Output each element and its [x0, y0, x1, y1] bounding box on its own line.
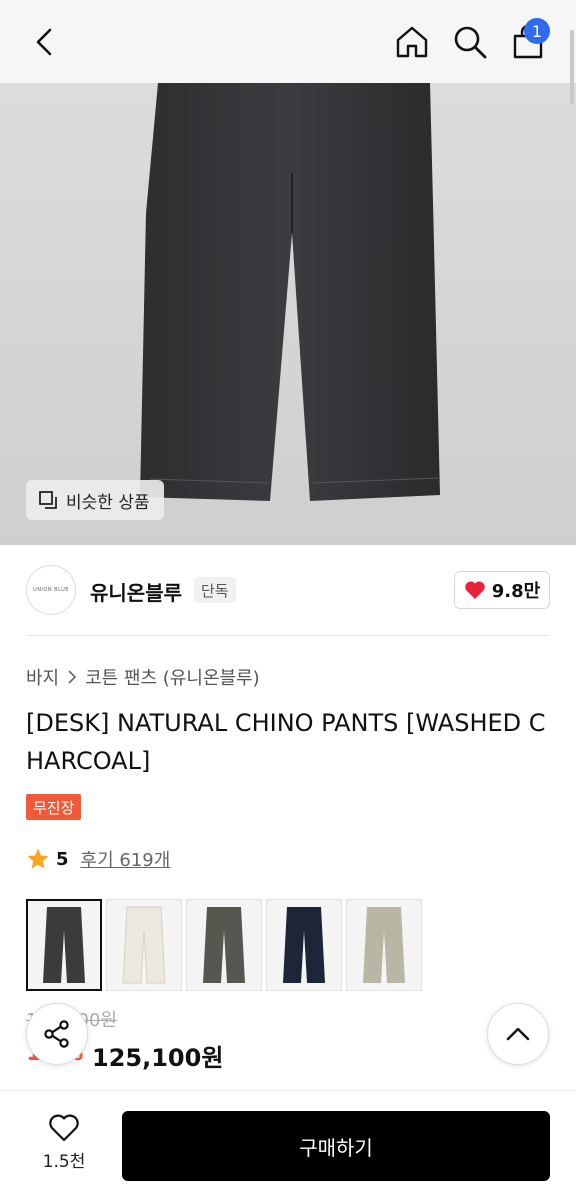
pants-thumbnail: [43, 907, 85, 983]
breadcrumb-category[interactable]: 바지: [26, 664, 59, 690]
rating-row: 5 후기 619개: [26, 846, 170, 872]
divider: [26, 635, 550, 636]
color-swatches: [26, 899, 422, 991]
home-button[interactable]: [392, 20, 432, 64]
heart-outline-icon: [49, 1114, 79, 1142]
similar-products-icon: [39, 491, 57, 509]
chevron-left-icon: [36, 28, 52, 56]
breadcrumb: 바지 코튼 팬츠 (유니온블루): [26, 664, 260, 690]
scroll-to-top-button[interactable]: [487, 1003, 549, 1065]
home-icon: [396, 26, 428, 58]
star-icon: [27, 848, 49, 869]
swatch-charcoal[interactable]: [26, 899, 102, 991]
pants-thumbnail: [363, 907, 405, 983]
pants-thumbnail: [283, 907, 325, 983]
breadcrumb-subcategory[interactable]: 코튼 팬츠 (유니온블루): [85, 664, 260, 690]
brand-logo[interactable]: UNION BLUE: [26, 565, 76, 615]
cart-count-badge: 1: [524, 18, 550, 44]
scrollbar-thumb[interactable]: [570, 30, 574, 104]
rating-score: 5: [56, 848, 69, 870]
swatch-navy[interactable]: [266, 899, 342, 991]
pants-illustration: [140, 83, 440, 501]
similar-products-button[interactable]: 비슷한 상품: [26, 480, 164, 520]
search-icon: [454, 26, 487, 59]
pants-thumbnail: [122, 906, 166, 984]
pants-thumbnail: [203, 907, 245, 983]
promo-tag: 무진장: [26, 794, 82, 820]
bottom-action-bar: 1.5천 구매하기: [0, 1090, 576, 1200]
brand-row: UNION BLUE 유니온블루 단독 9.8만: [0, 545, 576, 635]
product-image[interactable]: [0, 83, 576, 545]
share-button[interactable]: [26, 1003, 88, 1065]
product-title: [DESK] NATURAL CHINO PANTS [WASHED CHARC…: [26, 709, 546, 775]
heart-filled-icon: [465, 581, 485, 599]
wishlist-count: 1.5천: [42, 1152, 86, 1172]
brand-like-count: 9.8만: [491, 581, 541, 602]
back-button[interactable]: [24, 20, 64, 64]
share-icon: [44, 1020, 69, 1048]
top-bar: 1: [0, 0, 576, 83]
swatch-olive[interactable]: [186, 899, 262, 991]
chevron-right-icon: [68, 670, 77, 684]
buy-button[interactable]: 구매하기: [122, 1111, 550, 1181]
final-price: 125,100원: [92, 1044, 224, 1072]
search-button[interactable]: [450, 20, 490, 64]
brand-like-button[interactable]: 9.8만: [454, 571, 550, 609]
wishlist-button[interactable]: 1.5천: [28, 1113, 100, 1172]
swatch-beige[interactable]: [346, 899, 422, 991]
brand-name[interactable]: 유니온블루: [90, 577, 182, 606]
similar-products-label: 비슷한 상품: [66, 492, 150, 513]
chevron-up-icon: [506, 1027, 530, 1041]
swatch-ivory[interactable]: [106, 899, 182, 991]
review-count-link[interactable]: 후기 619개: [81, 846, 171, 872]
exclusive-badge: 단독: [194, 577, 236, 603]
